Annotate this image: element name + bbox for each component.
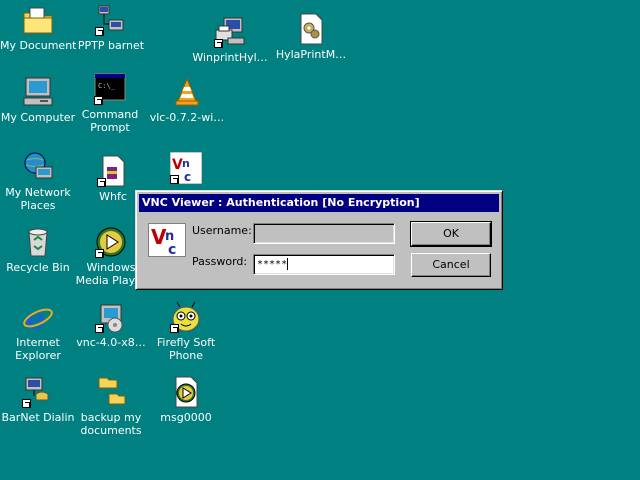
- desktop-icon-label-line2: documents: [80, 424, 142, 437]
- media-file-icon: [170, 376, 202, 408]
- desktop-icon-label: BarNet Dialin: [1, 411, 75, 424]
- shortcut-arrow-icon: [22, 399, 31, 408]
- vnc-viewer-icon: Vnc: [169, 151, 203, 185]
- desktop-icon-my-computer[interactable]: My Computer: [0, 76, 76, 124]
- internet-explorer-icon: e: [22, 299, 54, 337]
- desktop-icon-label: vlc-0.7.2-wi…: [149, 111, 225, 124]
- desktop-icon-label: PPTP barnet: [77, 39, 145, 52]
- desktop-icon-winprinthyl[interactable]: WinprintHyl…: [187, 16, 273, 64]
- firefly-bug-icon: [170, 301, 202, 333]
- shortcut-arrow-icon: [170, 324, 179, 333]
- printer-computer-icon: [214, 16, 246, 48]
- shortcut-arrow-icon: [94, 96, 103, 105]
- password-value: *****: [257, 259, 288, 270]
- desktop-icon-msg0000[interactable]: msg0000: [148, 376, 224, 424]
- svg-text:c: c: [184, 170, 191, 184]
- password-field[interactable]: *****: [253, 254, 395, 275]
- my-computer-icon: [22, 76, 54, 108]
- desktop-icon-internet-explorer[interactable]: e Internet Explorer: [0, 299, 76, 362]
- vnc-installer-icon: [95, 301, 127, 333]
- shortcut-arrow-icon: [214, 39, 223, 48]
- desktop-icon-label: vnc-4.0-x8…: [76, 336, 146, 349]
- desktop-icon-vnc-installer[interactable]: vnc-4.0-x8…: [73, 301, 149, 349]
- shortcut-arrow-icon: [170, 175, 179, 184]
- desktop-icon-label: HylaPrintM…: [275, 48, 347, 61]
- network-places-icon: [22, 151, 54, 183]
- desktop-icon-my-network-places[interactable]: My Network Places: [0, 151, 76, 212]
- recycle-bin-icon: [22, 226, 54, 258]
- desktop-icon-hylaprint[interactable]: HylaPrintM…: [272, 13, 350, 61]
- username-field[interactable]: [253, 223, 395, 244]
- text-caret: [287, 258, 289, 270]
- username-label: Username:: [192, 224, 252, 237]
- desktop-icon-label: My Network: [5, 186, 71, 199]
- desktop-icon-label: Internet: [16, 336, 60, 349]
- desktop-icon-recycle-bin[interactable]: Recycle Bin: [0, 226, 76, 274]
- shortcut-arrow-icon: [95, 249, 104, 258]
- desktop-icon-label-line2: Explorer: [15, 349, 61, 362]
- network-connection-icon: [95, 4, 127, 36]
- shortcut-arrow-icon: [95, 27, 104, 36]
- my-documents-folder-icon: [22, 4, 54, 36]
- desktop-icon-label: My Documents: [0, 39, 76, 52]
- svg-text:n: n: [182, 157, 190, 170]
- desktop-icon-label: msg0000: [160, 411, 212, 424]
- ok-button[interactable]: OK: [410, 221, 492, 247]
- shortcut-arrow-icon: [97, 178, 106, 187]
- desktop-icon-label: backup my: [80, 411, 142, 424]
- desktop-icon-label: My Computer: [0, 111, 76, 124]
- media-player-icon: [95, 226, 127, 258]
- winrar-document-icon: [97, 155, 129, 187]
- shortcut-arrow-icon: [95, 324, 104, 333]
- dialup-icon: [22, 376, 54, 408]
- desktop-icon-command-prompt[interactable]: C:\_ Command Prompt: [72, 73, 148, 134]
- gear-document-icon: [295, 13, 327, 45]
- desktop-icon-label-line2: Prompt: [90, 121, 130, 134]
- desktop-icon-label: WinprintHyl…: [192, 51, 268, 64]
- folder-icon: [95, 376, 127, 408]
- desktop-icon-vlc[interactable]: vlc-0.7.2-wi…: [148, 76, 226, 124]
- desktop-icon-label: Recycle Bin: [6, 261, 70, 274]
- desktop-icon-vnc-viewer[interactable]: Vnc: [148, 151, 224, 187]
- desktop-icon-label: Firefly Soft: [156, 336, 216, 349]
- dialog-titlebar[interactable]: VNC Viewer : Authentication [No Encrypti…: [139, 194, 499, 212]
- desktop-icon-label-line2: Phone: [168, 349, 204, 362]
- desktop-icon-pptp-barnet[interactable]: PPTP barnet: [73, 4, 149, 52]
- vnc-logo-icon: Vnc: [148, 223, 186, 258]
- command-prompt-icon: C:\_: [94, 73, 126, 105]
- vnc-authentication-dialog: VNC Viewer : Authentication [No Encrypti…: [135, 190, 503, 290]
- svg-text:C:\_: C:\_: [98, 82, 116, 90]
- password-label: Password:: [192, 255, 248, 268]
- desktop-icon-barnet-dialin[interactable]: BarNet Dialin: [0, 376, 76, 424]
- desktop-icon-firefly-soft-phone[interactable]: Firefly Soft Phone: [148, 301, 224, 362]
- svg-text:c: c: [168, 242, 176, 256]
- desktop-icon-my-documents[interactable]: My Documents: [0, 4, 76, 52]
- cancel-button[interactable]: Cancel: [411, 253, 491, 277]
- desktop-icon-label: Command: [81, 108, 139, 121]
- desktop-icon-label-line2: Places: [20, 199, 56, 212]
- vlc-cone-icon: [171, 76, 203, 108]
- desktop-icon-backup-my-documents[interactable]: backup my documents: [73, 376, 149, 437]
